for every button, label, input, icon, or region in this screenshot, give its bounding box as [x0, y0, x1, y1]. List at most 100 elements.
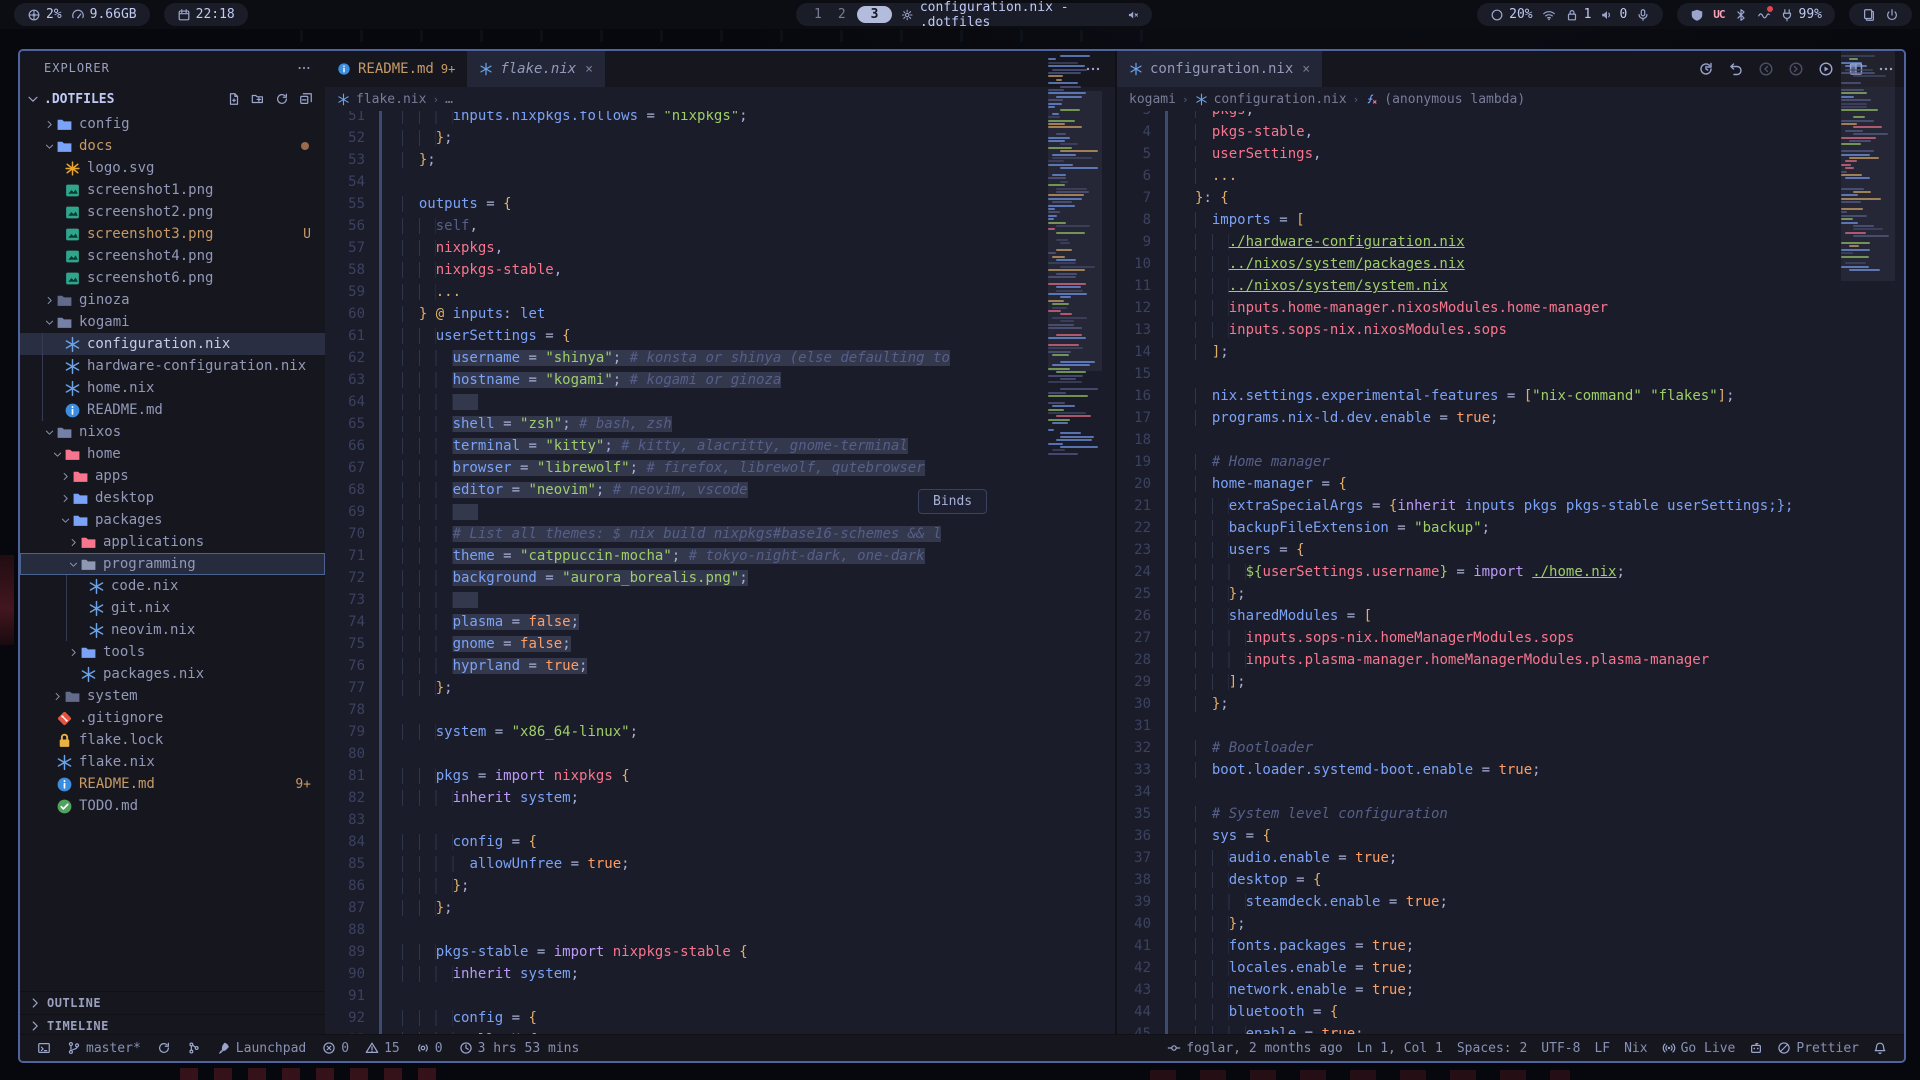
tree-item-nixos[interactable]: nixos [20, 421, 325, 443]
tree-item-logo.svg[interactable]: logo.svg [20, 157, 325, 179]
status-item-robot[interactable] [1742, 1041, 1770, 1055]
code-editor-configuration[interactable]: 3 pkgs,4 pkgs-stable,5 userSettings,6 ..… [1117, 111, 1906, 1036]
status-item-sync[interactable] [150, 1035, 178, 1061]
workspace-2[interactable]: 2 [833, 7, 851, 22]
minimap[interactable] [1048, 51, 1102, 471]
tree-item-todo.md[interactable]: TODO.md [20, 795, 325, 817]
power-plug-tray-item[interactable]: 99% [1780, 7, 1822, 22]
breadcrumb-item[interactable]: flake.nix [356, 92, 426, 107]
breadcrumb[interactable]: flake.nix›… [325, 87, 1115, 111]
minimap[interactable] [1841, 51, 1895, 471]
tree-item-kogami[interactable]: kogami [20, 311, 325, 333]
nav-forward-icon[interactable] [1788, 61, 1804, 77]
status-item-master-[interactable]: master* [60, 1035, 148, 1061]
tree-item-flake.lock[interactable]: flake.lock [20, 729, 325, 751]
chevron-right-icon[interactable] [66, 647, 80, 658]
wifi-tray-item[interactable] [1542, 8, 1556, 22]
new-file-icon[interactable] [227, 92, 241, 106]
status-item-remote-window[interactable] [30, 1035, 58, 1061]
wave-notification-tray-item[interactable] [1757, 8, 1771, 22]
tree-item-applications[interactable]: applications [20, 531, 325, 553]
breadcrumb-item[interactable]: configuration.nix [1214, 92, 1347, 107]
workspace-3[interactable]: 3 [857, 6, 893, 23]
chevron-down-icon[interactable] [42, 427, 56, 438]
chevron-down-icon[interactable] [42, 317, 56, 328]
nav-back-icon[interactable] [1758, 61, 1774, 77]
tree-item-config[interactable]: config [20, 113, 325, 135]
status-item-3-hrs-53-mins[interactable]: 3 hrs 53 mins [452, 1035, 587, 1061]
status-item-nix[interactable]: Nix [1617, 1041, 1654, 1056]
tree-item-screenshot3.png[interactable]: screenshot3.pngU [20, 223, 325, 245]
tree-item-.gitignore[interactable]: .gitignore [20, 707, 325, 729]
tree-item-screenshot4.png[interactable]: screenshot4.png [20, 245, 325, 267]
tree-item-system[interactable]: system [20, 685, 325, 707]
status-item-15[interactable]: 15 [358, 1035, 407, 1061]
refresh-icon[interactable] [275, 92, 289, 106]
tree-item-packages.nix[interactable]: packages.nix [20, 663, 325, 685]
workspace-1[interactable]: 1 [809, 7, 827, 22]
tree-item-flake.nix[interactable]: flake.nix [20, 751, 325, 773]
chevron-right-icon[interactable] [58, 471, 72, 482]
breadcrumb-item[interactable]: kogami [1129, 92, 1176, 107]
workspace-switcher[interactable]: 123 [809, 6, 892, 23]
lock-tray-item[interactable]: 1 [1565, 7, 1592, 22]
tree-item-ginoza[interactable]: ginoza [20, 289, 325, 311]
status-item-utf-8[interactable]: UTF-8 [1534, 1041, 1587, 1056]
tree-item-tools[interactable]: tools [20, 641, 325, 663]
shield-tray-item[interactable] [1690, 8, 1704, 22]
status-item-launchpad[interactable]: Launchpad [210, 1035, 313, 1061]
status-item-foglar-2-months-ago[interactable]: foglar, 2 months ago [1160, 1041, 1350, 1056]
status-item-go-live[interactable]: Go Live [1655, 1041, 1743, 1056]
chevron-right-icon[interactable] [58, 493, 72, 504]
breadcrumb[interactable]: kogami›configuration.nix›(anonymous lamb… [1117, 87, 1906, 111]
tree-item-programming[interactable]: programming [20, 553, 325, 575]
status-item-bell[interactable] [1866, 1041, 1894, 1055]
tree-item-home[interactable]: home [20, 443, 325, 465]
tree-item-screenshot2.png[interactable]: screenshot2.png [20, 201, 325, 223]
tree-item-screenshot1.png[interactable]: screenshot1.png [20, 179, 325, 201]
chevron-right-icon[interactable] [66, 537, 80, 548]
tree-item-screenshot6.png[interactable]: screenshot6.png [20, 267, 325, 289]
outline-section[interactable]: OUTLINE [20, 991, 325, 1014]
status-item-0[interactable]: 0 [409, 1035, 450, 1061]
clipboard-tray-item[interactable] [1862, 8, 1876, 22]
status-item-spaces-2[interactable]: Spaces: 2 [1450, 1041, 1534, 1056]
tab-configuration.nix[interactable]: configuration.nix× [1117, 51, 1322, 87]
more-actions-icon[interactable] [297, 61, 311, 75]
close-icon[interactable]: × [1302, 62, 1310, 77]
status-item-prettier[interactable]: Prettier [1770, 1041, 1866, 1056]
chevron-right-icon[interactable] [42, 295, 56, 306]
tree-item-configuration.nix[interactable]: configuration.nix [20, 333, 325, 355]
chevron-down-icon[interactable] [50, 449, 64, 460]
chevron-right-icon[interactable] [42, 119, 56, 130]
explorer-root-folder[interactable]: .DOTFILES [20, 87, 325, 111]
tab-flake.nix[interactable]: flake.nix× [467, 51, 605, 87]
keyboard-layout-tray-item[interactable]: UC [1713, 8, 1724, 21]
mic-tray-item[interactable] [1636, 8, 1650, 22]
run-icon[interactable] [1818, 61, 1834, 77]
chevron-down-icon[interactable] [66, 559, 80, 570]
tree-item-packages[interactable]: packages [20, 509, 325, 531]
code-editor-flake[interactable]: 51 inputs.nixpkgs.follows = "nixpkgs";52… [325, 111, 1115, 1036]
circle-outline-tray-item[interactable]: 20% [1490, 7, 1532, 22]
collapse-all-icon[interactable] [299, 92, 313, 106]
history-icon[interactable] [1698, 61, 1714, 77]
bluetooth-tray-item[interactable] [1734, 8, 1748, 22]
tree-item-home.nix[interactable]: home.nix [20, 377, 325, 399]
discard-icon[interactable] [1728, 61, 1744, 77]
tab-readme.md[interactable]: README.md9+ [325, 51, 467, 87]
speaker-tray-item[interactable]: 0 [1600, 7, 1627, 22]
tree-item-readme.md[interactable]: README.md9+ [20, 773, 325, 795]
breadcrumb-item[interactable]: (anonymous lambda) [1384, 92, 1525, 107]
breadcrumb-item[interactable]: … [445, 92, 453, 107]
power-tray-item[interactable] [1885, 8, 1899, 22]
chevron-down-icon[interactable] [42, 141, 56, 152]
new-folder-icon[interactable] [251, 92, 265, 106]
chevron-down-icon[interactable] [58, 515, 72, 526]
status-item-lf[interactable]: LF [1587, 1041, 1617, 1056]
status-item-commit-graph[interactable] [180, 1035, 208, 1061]
chevron-right-icon[interactable] [50, 691, 64, 702]
tree-item-hardware-configuration.nix[interactable]: hardware-configuration.nix [20, 355, 325, 377]
tree-item-docs[interactable]: docs [20, 135, 325, 157]
status-item-0[interactable]: 0 [315, 1035, 356, 1061]
